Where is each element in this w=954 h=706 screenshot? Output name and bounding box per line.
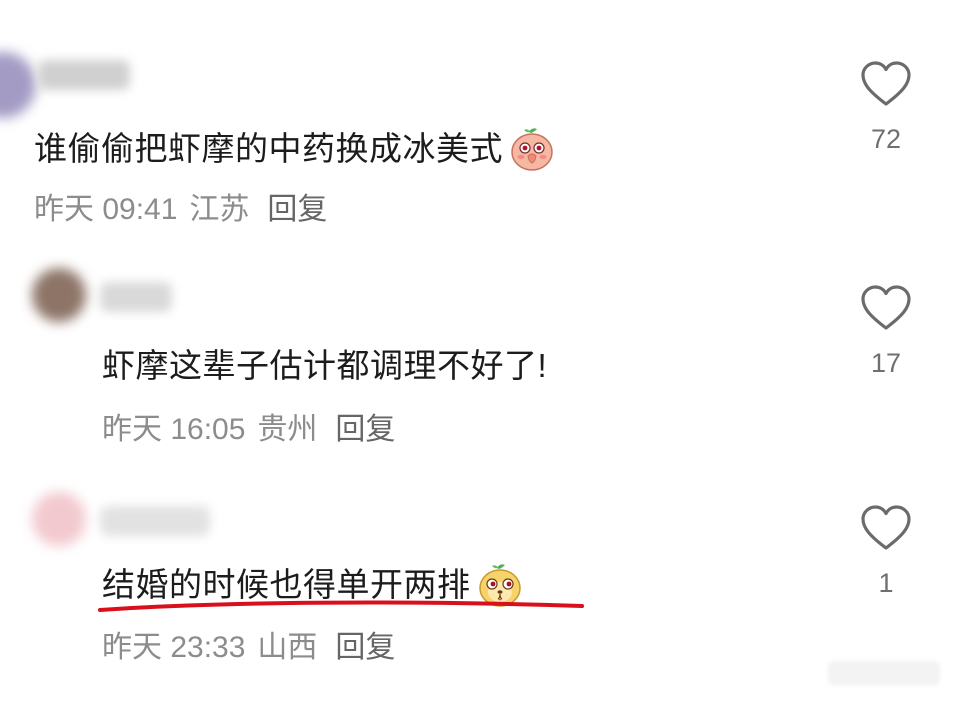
red-highlight-underline <box>98 600 584 612</box>
like-button[interactable]: 1 <box>856 504 916 600</box>
username-blurred[interactable] <box>38 60 130 90</box>
avatar[interactable] <box>32 492 86 546</box>
like-count: 1 <box>878 568 894 598</box>
weibo-watermark <box>824 655 944 698</box>
comment-text-row: 谁偷偷把虾摩的中药换成冰美式 <box>34 126 555 172</box>
weibo-logo-icon <box>828 661 940 685</box>
comment-time: 昨天 09:41 <box>34 193 178 226</box>
username-blurred[interactable] <box>100 506 210 536</box>
comment-meta: 昨天 09:41 江苏 回复 <box>34 190 339 230</box>
comment-text: 谁偷偷把虾摩的中药换成冰美式 <box>34 130 503 167</box>
comment-time: 昨天 23:33 <box>102 631 246 664</box>
comment-location: 贵州 <box>257 413 318 446</box>
shy-peach-emoji-icon <box>511 128 553 171</box>
heart-outline-icon <box>861 505 911 550</box>
reply-button[interactable]: 回复 <box>335 413 395 446</box>
reply-button[interactable]: 回复 <box>335 631 395 664</box>
comment-location: 山西 <box>257 631 318 664</box>
reply-button[interactable]: 回复 <box>267 193 327 226</box>
like-button[interactable]: 72 <box>856 60 916 156</box>
comment-text-row: 虾摩这辈子估计都调理不好了! <box>102 344 547 388</box>
like-count: 72 <box>870 124 902 154</box>
like-count: 17 <box>870 348 902 378</box>
comment-meta: 昨天 23:33 山西 回复 <box>102 628 407 668</box>
comment-meta: 昨天 16:05 贵州 回复 <box>102 410 407 450</box>
username-blurred[interactable] <box>100 282 172 312</box>
like-button[interactable]: 17 <box>856 284 916 380</box>
avatar[interactable] <box>32 268 86 322</box>
comment-location: 江苏 <box>189 193 250 226</box>
heart-outline-icon <box>861 61 911 106</box>
comment-time: 昨天 16:05 <box>102 413 246 446</box>
avatar[interactable] <box>0 52 36 118</box>
heart-outline-icon <box>861 285 911 330</box>
comment-text: 虾摩这辈子估计都调理不好了! <box>102 347 548 384</box>
